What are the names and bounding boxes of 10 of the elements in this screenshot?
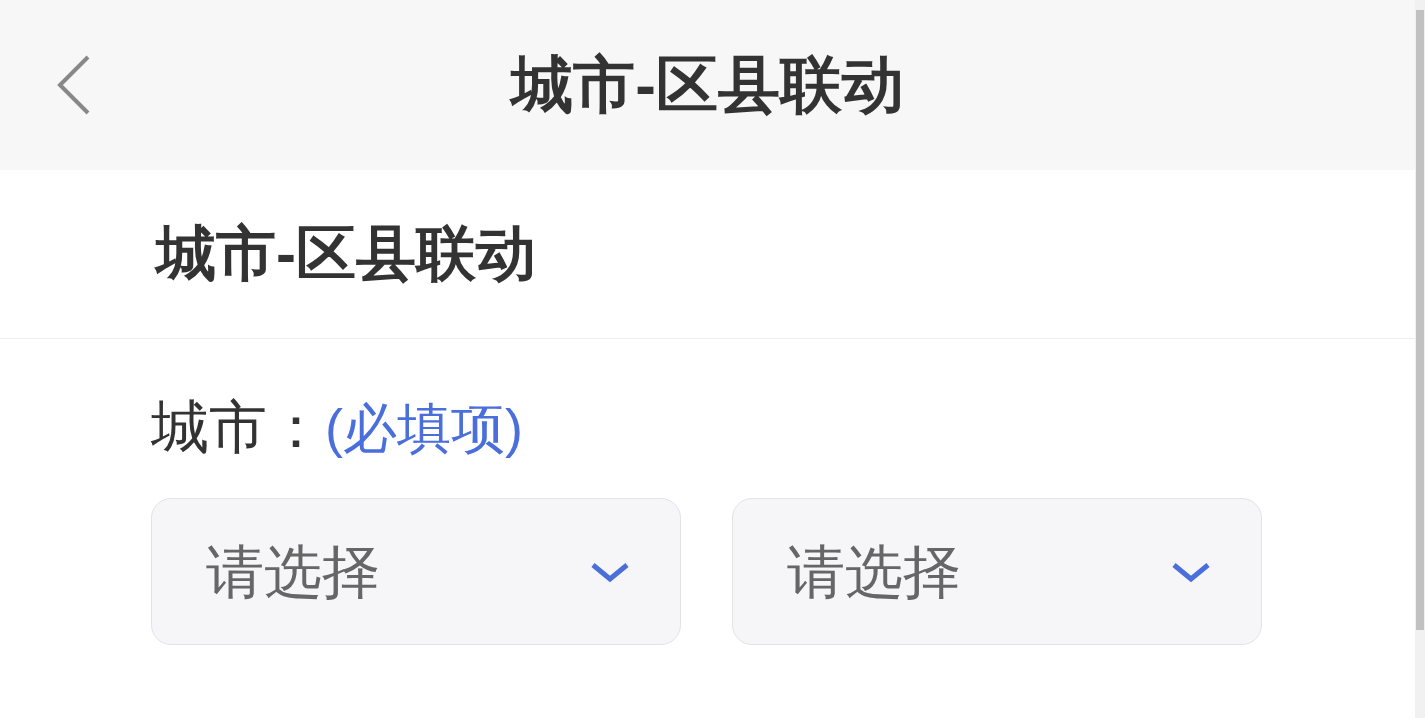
- field-label: 城市：: [151, 394, 325, 459]
- select-field[interactable]: 请选择: [732, 498, 1262, 645]
- select-field[interactable]: 请选择: [151, 498, 681, 645]
- chevron-down-icon: [1171, 560, 1211, 583]
- scrollbar-thumb[interactable]: [1416, 10, 1424, 630]
- page-title: 城市-区县联动: [511, 49, 904, 119]
- chevron-down-icon: [590, 560, 630, 583]
- scrollbar[interactable]: [1415, 0, 1425, 718]
- required-note: (必填项): [325, 398, 523, 458]
- section-title: 城市-区县联动: [156, 219, 536, 289]
